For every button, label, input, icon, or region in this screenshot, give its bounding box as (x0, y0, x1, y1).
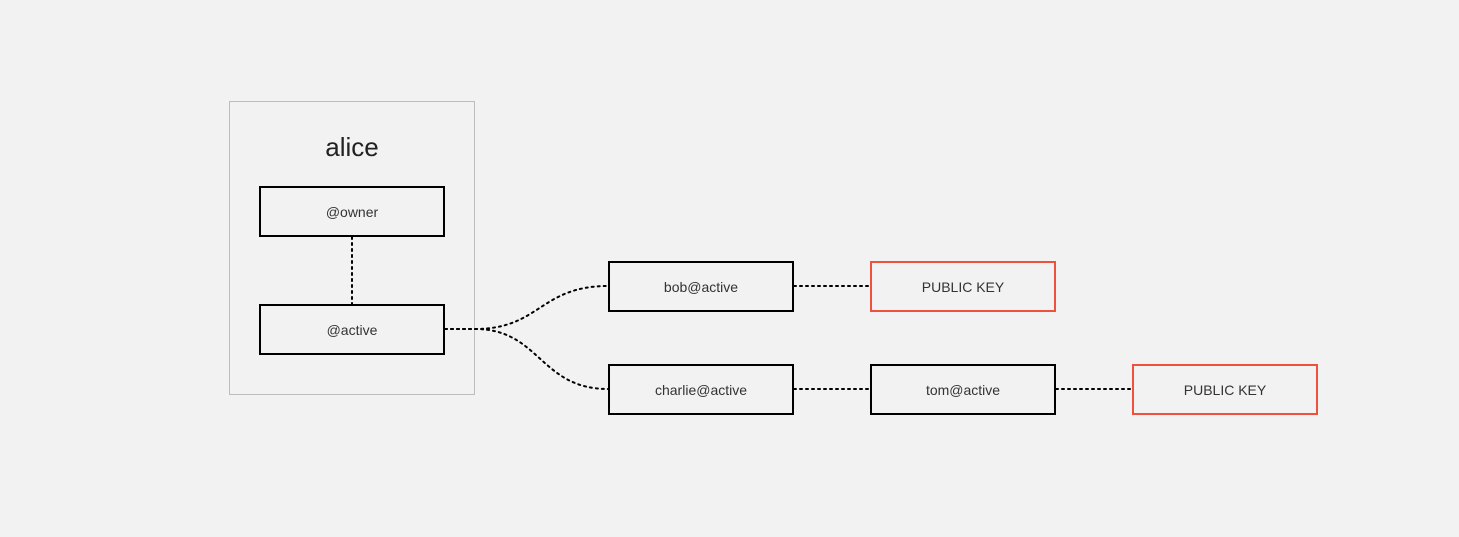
delegate-bob-node: bob@active (608, 261, 794, 312)
delegate-tom-label: tom@active (926, 382, 1000, 398)
permission-active-node: @active (259, 304, 445, 355)
public-key-1-label: PUBLIC KEY (922, 279, 1004, 295)
permission-active-label: @active (327, 322, 378, 338)
public-key-2-node: PUBLIC KEY (1132, 364, 1318, 415)
public-key-2-label: PUBLIC KEY (1184, 382, 1266, 398)
delegate-bob-label: bob@active (664, 279, 738, 295)
permission-owner-label: @owner (326, 204, 378, 220)
delegate-charlie-node: charlie@active (608, 364, 794, 415)
delegate-tom-node: tom@active (870, 364, 1056, 415)
delegate-charlie-label: charlie@active (655, 382, 747, 398)
permission-owner-node: @owner (259, 186, 445, 237)
public-key-1-node: PUBLIC KEY (870, 261, 1056, 312)
account-title: alice (230, 132, 474, 163)
